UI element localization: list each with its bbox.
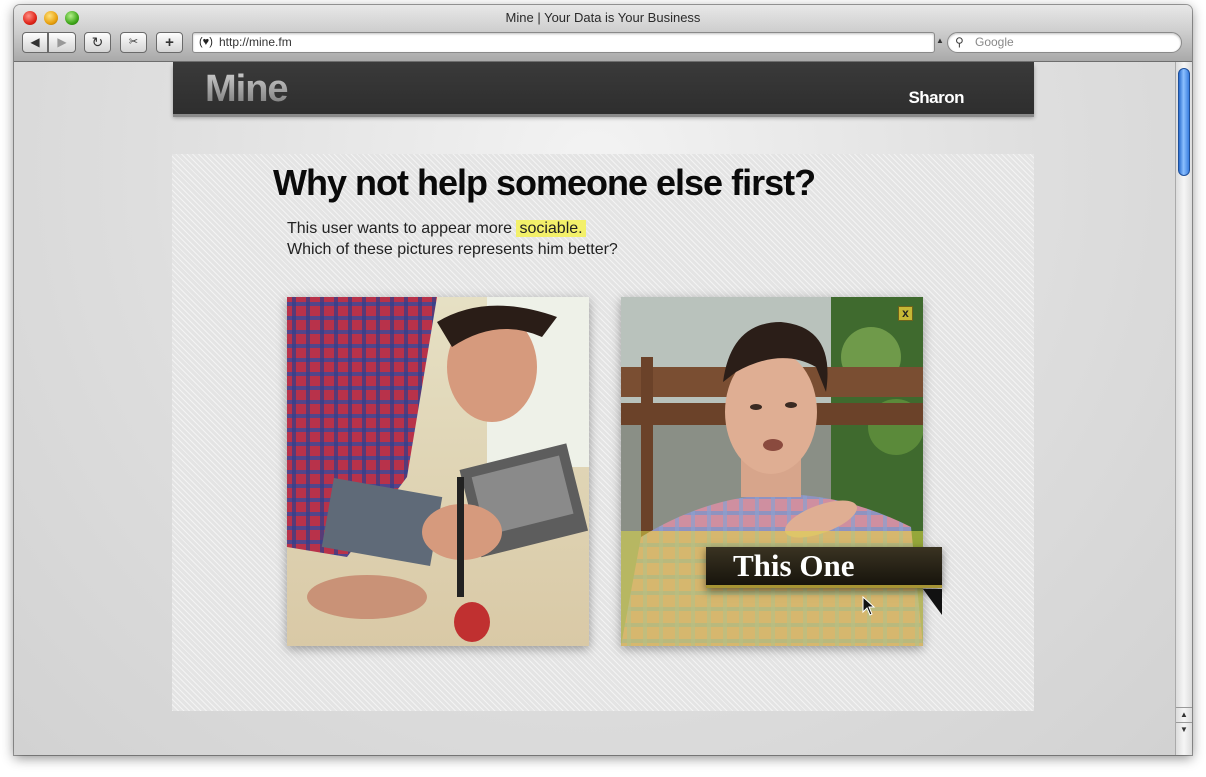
dismiss-photo-button[interactable]: x — [898, 306, 913, 321]
forward-button[interactable]: ▶ — [48, 32, 76, 53]
url-dropdown-icon[interactable]: ▲ — [936, 36, 944, 45]
reload-button[interactable]: ↻ — [84, 32, 111, 53]
mouse-cursor-icon — [862, 596, 876, 616]
back-button[interactable]: ◀ — [22, 32, 48, 53]
search-placeholder: Google — [975, 35, 1014, 49]
scissors-icon: ✂ — [128, 36, 139, 48]
forward-arrow-icon: ▶ — [57, 35, 67, 49]
site-logo[interactable]: Mine — [205, 68, 289, 111]
browser-titlebar: Mine | Your Data is Your Business ◀ ▶ ↻ … — [14, 5, 1192, 62]
content-panel: Why not help someone else first? This us… — [172, 154, 1034, 711]
snip-button[interactable]: ✂ — [120, 32, 147, 53]
page-viewport: Mine Sharon Why not help someone else fi… — [14, 62, 1175, 755]
url-text: http://mine.fm — [219, 35, 292, 49]
search-input[interactable]: ⚲ Google — [947, 32, 1182, 53]
photo-choice-a[interactable] — [287, 297, 589, 646]
user-name[interactable]: Sharon — [908, 88, 964, 108]
photo-choice-b[interactable]: x — [621, 297, 923, 646]
add-bookmark-button[interactable]: + — [156, 32, 183, 53]
rss-site-icon: (♥) — [199, 36, 213, 48]
back-arrow-icon: ◀ — [30, 35, 40, 49]
window-title: Mine | Your Data is Your Business — [505, 10, 701, 25]
label-fold-decoration — [923, 589, 942, 615]
this-one-button[interactable]: This One — [706, 547, 942, 588]
instruction-line-1: This user wants to appear more sociable. — [287, 218, 618, 239]
page-title: Why not help someone else first? — [273, 162, 816, 203]
viewport-frame: Mine Sharon Why not help someone else fi… — [14, 5, 1192, 755]
instruction-prefix: This user wants to appear more — [287, 220, 517, 237]
instruction-line-2: Which of these pictures represents him b… — [287, 241, 618, 258]
instructions: This user wants to appear more sociable.… — [287, 218, 618, 260]
address-bar[interactable]: (♥) http://mine.fm — [192, 32, 935, 53]
trait-highlight: sociable. — [516, 220, 586, 237]
reload-icon: ↻ — [91, 34, 104, 50]
plus-icon: + — [165, 34, 174, 51]
photo-a-image — [287, 297, 589, 646]
search-icon: ⚲ — [955, 35, 964, 49]
site-header: Mine Sharon — [173, 62, 1034, 114]
